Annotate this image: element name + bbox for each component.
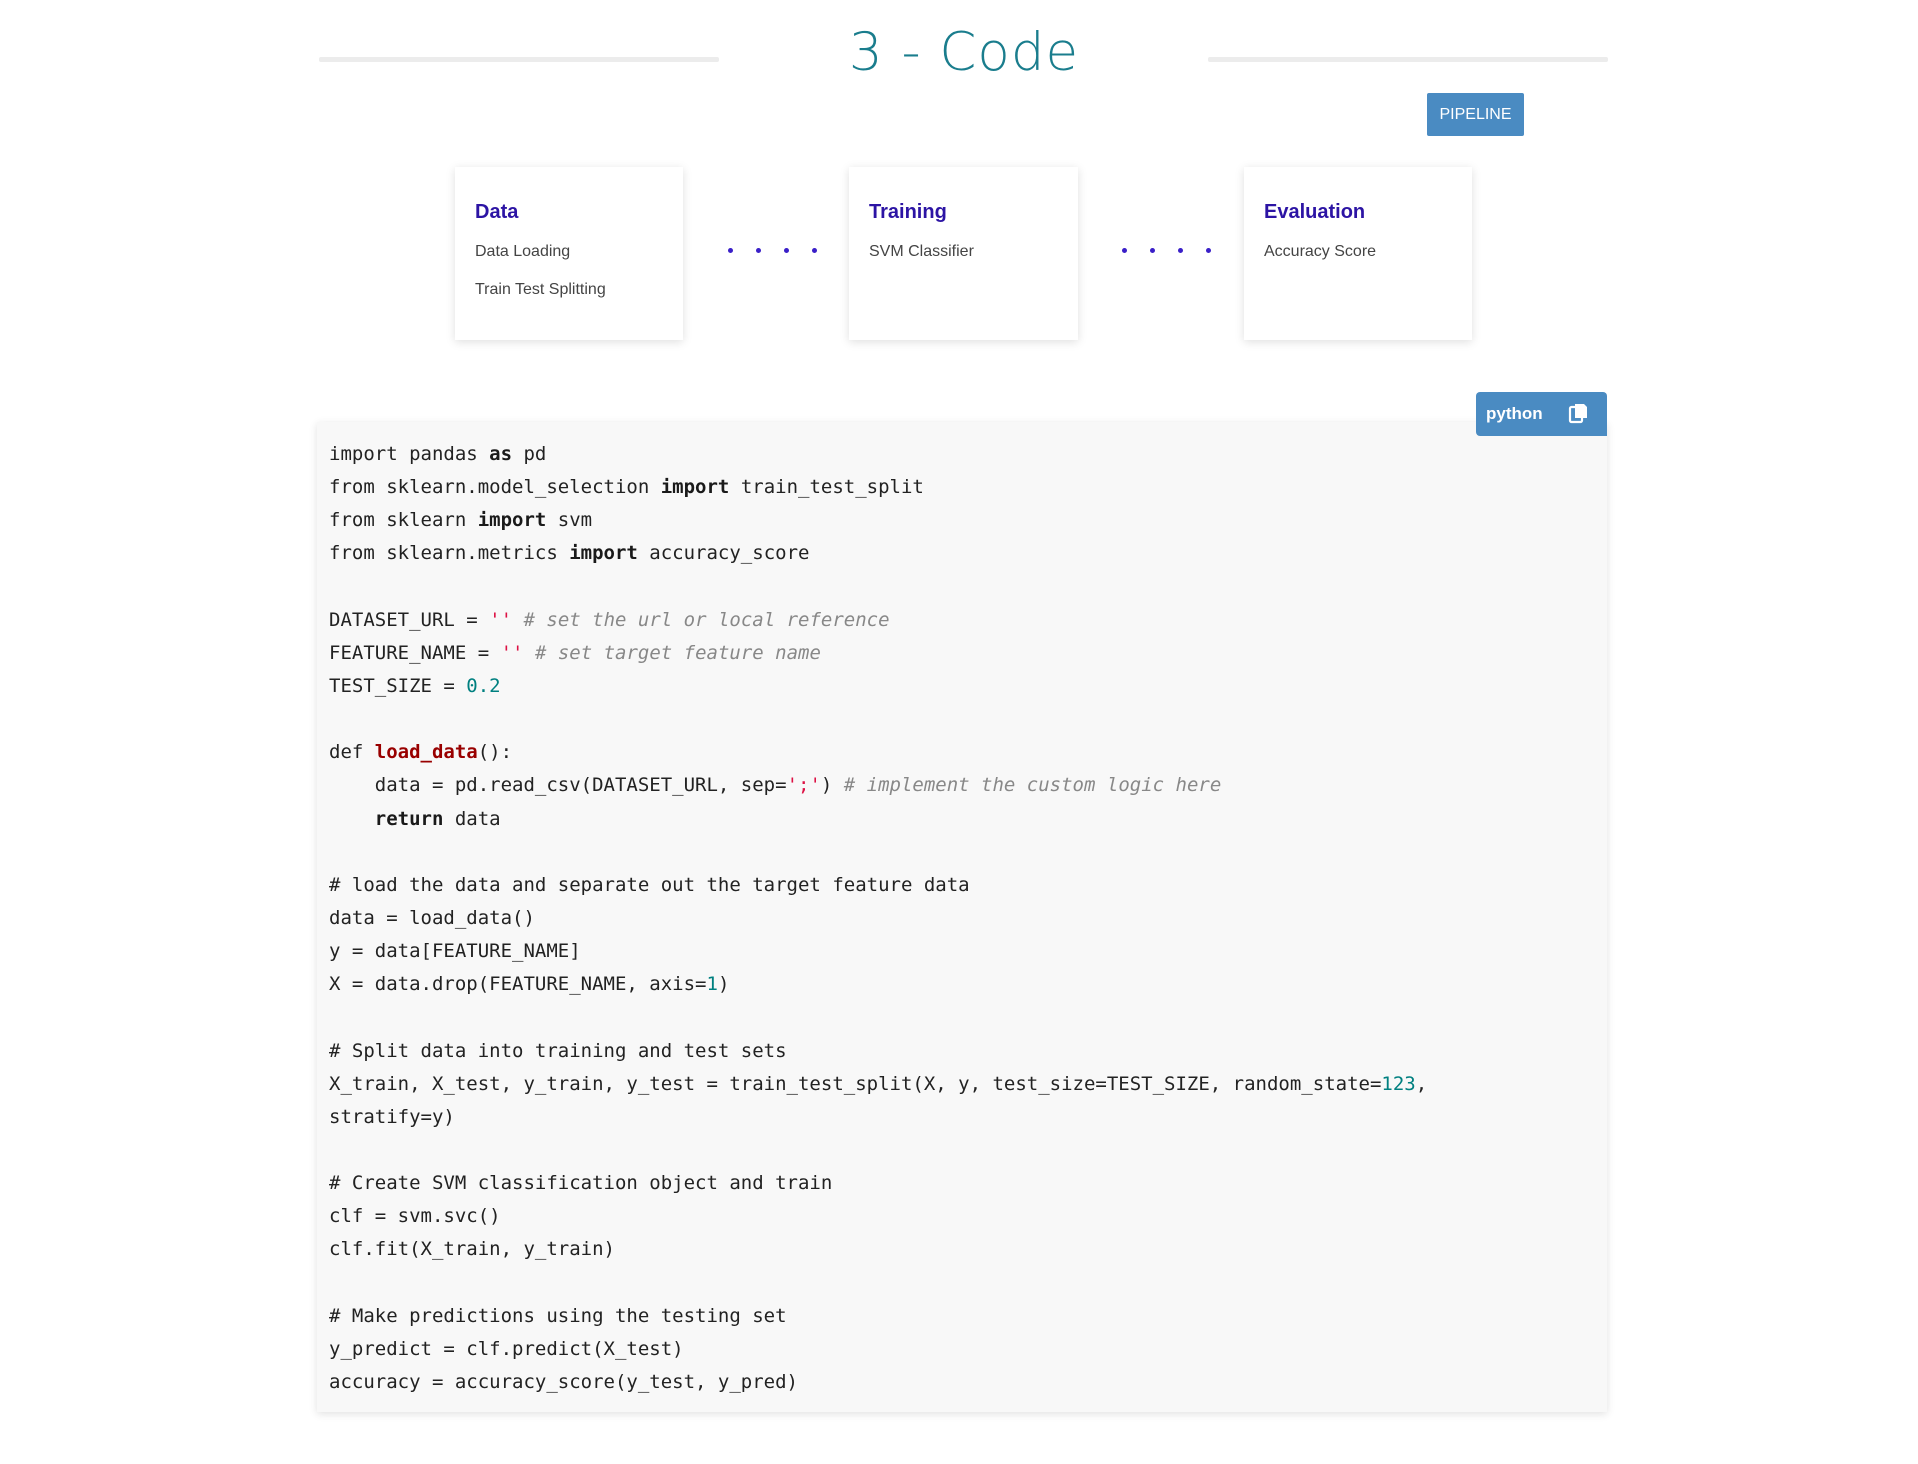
code-line: # Create SVM classification object and t… [329, 1167, 1427, 1200]
code-token: X_train, X_test, y_train, y_test = train… [329, 1072, 1382, 1095]
code-token: ';' [786, 774, 821, 797]
code-token: from sklearn.model_selection [329, 476, 661, 499]
code-line: clf = svm.svc() [329, 1200, 1427, 1233]
code-line: clf.fit(X_train, y_train) [329, 1233, 1427, 1266]
code-token: 1 [706, 973, 718, 996]
code-line: y = data[FEATURE_NAME] [329, 935, 1427, 968]
code-token: 123 [1381, 1072, 1416, 1095]
pipeline-connector [1122, 248, 1212, 256]
code-token: X = data.drop(FEATURE_NAME, axis= [329, 973, 707, 996]
code-token: accuracy_score [637, 542, 810, 565]
code-line: # Split data into training and test sets [329, 1035, 1427, 1068]
code-token: clf.fit(X_train, y_train) [329, 1238, 615, 1261]
stage-item: Train Test Splitting [475, 281, 606, 298]
code-line: y_predict = clf.predict(X_test) [329, 1333, 1427, 1366]
pipeline-button[interactable]: PIPELINE [1427, 93, 1524, 136]
code-line: from sklearn.model_selection import trai… [329, 471, 1427, 504]
code-token: # Create SVM classification object and t… [329, 1172, 833, 1195]
language-label: python [1486, 404, 1543, 423]
code-token: data = pd.read_csv(DATASET_URL, sep= [329, 774, 787, 797]
code-token: data [443, 807, 501, 830]
code-line: # Make predictions using the testing set [329, 1300, 1427, 1333]
code-token: clf = svm.svc() [329, 1205, 501, 1228]
code-token: import pandas [329, 443, 490, 465]
code-token: ) [820, 774, 844, 797]
code-token: train_test_split [729, 476, 924, 499]
code-token: svm [546, 509, 593, 532]
code-line: # load the data and separate out the tar… [329, 869, 1427, 902]
stage-item: Data Loading [475, 243, 571, 260]
code-token: accuracy = accuracy_score(y_test, y_pred… [329, 1370, 798, 1393]
code-token: # Split data into training and test sets [329, 1039, 787, 1062]
stage-item: Accuracy Score [1264, 243, 1377, 260]
copy-icon[interactable] [1568, 401, 1590, 430]
code-token: y_predict = clf.predict(X_test) [329, 1337, 684, 1360]
code-token: ) [717, 973, 730, 996]
code-token: , [1415, 1072, 1428, 1095]
stage-title: Evaluation [1264, 201, 1366, 223]
page-title: 3 - Code [848, 22, 1080, 83]
code-token: 0.2 [466, 674, 501, 697]
code-token: DATASET_URL = [329, 608, 490, 631]
code-token: '' [489, 608, 513, 631]
language-tab: python [1476, 392, 1607, 436]
stage-card-training: Training SVM Classifier [849, 167, 1078, 340]
code-token: from sklearn [329, 509, 478, 532]
stage-title: Training [869, 201, 947, 223]
code-token: (): [477, 741, 513, 764]
code-token: load_data [374, 741, 478, 764]
code-content: import pandas as pd from sklearn.model_se… [329, 438, 1427, 1399]
code-token: y = data[FEATURE_NAME] [329, 940, 581, 963]
code-line: data = pd.read_csv(DATASET_URL, sep=';')… [329, 769, 1427, 802]
stage-card-data: Data Data Loading Train Test Splitting [455, 167, 683, 340]
stage-item: SVM Classifier [869, 243, 974, 260]
code-token: # set target feature name [534, 641, 821, 664]
code-token: # load the data and separate out the tar… [329, 873, 970, 896]
code-line: import pandas as pd [329, 438, 1427, 471]
pipeline-connector [728, 248, 818, 256]
code-token: FEATURE_NAME = [329, 641, 501, 664]
code-token: data = load_data() [329, 906, 535, 929]
code-token: # Make predictions using the testing set [329, 1304, 787, 1327]
code-line: DATASET_URL = '' # set the url or local … [329, 604, 1427, 637]
code-line: data = load_data() [329, 902, 1427, 935]
code-token: pd [512, 443, 547, 465]
code-line: stratify=y) [329, 1101, 1427, 1134]
code-token: as [489, 443, 513, 465]
stage-title: Data [475, 201, 519, 223]
code-line: from sklearn.metrics import accuracy_sco… [329, 537, 1427, 570]
code-token: TEST_SIZE = [329, 674, 467, 697]
code-line: X_train, X_test, y_train, y_test = train… [329, 1068, 1427, 1101]
code-line: TEST_SIZE = 0.2 [329, 670, 1427, 703]
code-line: accuracy = accuracy_score(y_test, y_pred… [329, 1366, 1427, 1399]
code-token: import [660, 476, 730, 499]
code-token: # set the url or local reference [523, 608, 890, 631]
code-token: stratify=y) [329, 1105, 455, 1128]
code-token: return [374, 807, 444, 830]
code-token: def [329, 741, 375, 764]
code-line: from sklearn import svm [329, 504, 1427, 537]
code-token: from sklearn.metrics [329, 542, 570, 565]
code-token: '' [500, 641, 524, 664]
code-token: # implement the custom logic here [843, 774, 1222, 797]
code-line: X = data.drop(FEATURE_NAME, axis=1) [329, 968, 1427, 1001]
stage-card-evaluation: Evaluation Accuracy Score [1244, 167, 1472, 340]
code-token: import [569, 542, 638, 565]
code-token: import [477, 509, 547, 532]
code-line: def load_data(): [329, 736, 1427, 769]
code-line: FEATURE_NAME = '' # set target feature n… [329, 637, 1427, 670]
code-line: return data [329, 803, 1427, 836]
